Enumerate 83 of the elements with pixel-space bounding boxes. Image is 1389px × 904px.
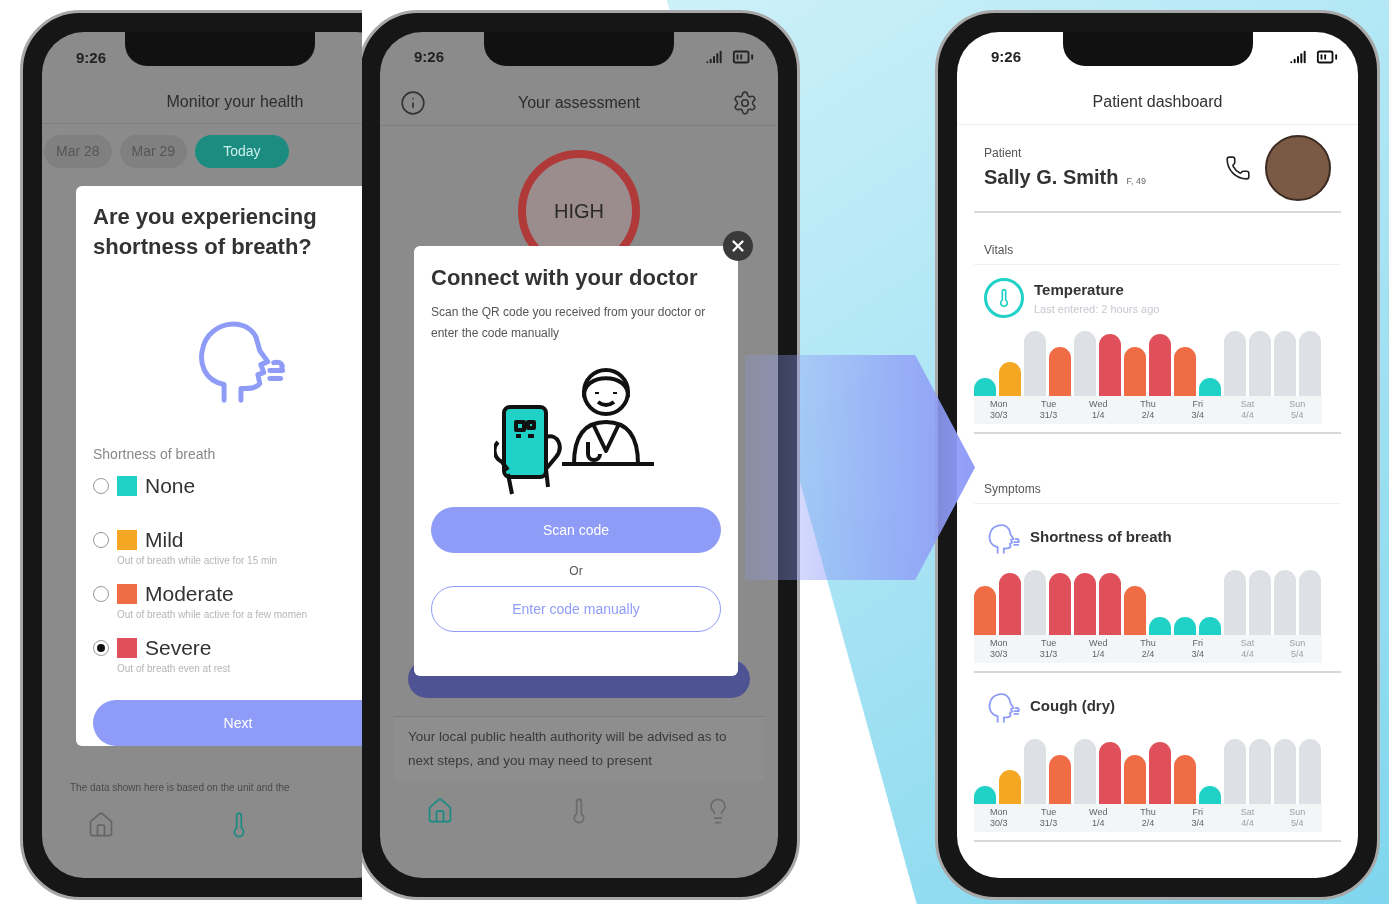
date-label: 4/4 xyxy=(1241,649,1254,660)
footnote: The data shown here is based on the unit and the xyxy=(69,781,291,795)
screen-title: Monitor your health xyxy=(166,91,304,112)
date-label: 5/4 xyxy=(1290,649,1304,660)
day-label: Wed xyxy=(1089,807,1108,818)
date-label: 3/4 xyxy=(1191,818,1204,829)
settings-icon[interactable] xyxy=(732,89,758,116)
date-label: 31/3 xyxy=(1039,649,1058,660)
screen-title: Your assessment xyxy=(517,92,641,113)
date-label: 1/4 xyxy=(1092,649,1105,660)
date-label: 30/3 xyxy=(990,410,1008,421)
scan-code-button[interactable]: Scan code xyxy=(431,507,721,553)
status-time: 9:26 xyxy=(991,47,1022,67)
option-label: Mild xyxy=(145,527,184,554)
next-button[interactable]: Next xyxy=(93,700,362,746)
dialog-text: Scan the QR code you received from your doctor or enter the code manually xyxy=(431,304,707,342)
section-heading: Vitals xyxy=(974,235,1341,265)
option-label: None xyxy=(145,473,196,500)
close-button[interactable] xyxy=(723,231,753,261)
date-label: 4/4 xyxy=(1241,818,1254,829)
option-description: Out of breath even at rest xyxy=(117,662,232,677)
day-label: Wed xyxy=(1089,399,1108,410)
metric-name: Temperature xyxy=(1034,279,1125,300)
day-label: Tue xyxy=(1040,399,1057,410)
date-label: 1/4 xyxy=(1092,818,1105,829)
day-label: Sat xyxy=(1240,807,1255,818)
dialog-title: Are you experiencing shortness of breath? xyxy=(93,203,318,261)
risk-level: HIGH xyxy=(554,199,604,224)
separator-label: Or xyxy=(569,563,583,580)
signal-icon xyxy=(706,49,722,65)
date-label: 3/4 xyxy=(1191,649,1204,660)
day-label: Thu xyxy=(1140,807,1156,818)
phone-icon[interactable] xyxy=(1225,155,1251,181)
section-heading: Symptoms xyxy=(974,474,1341,504)
status-time: 9:26 xyxy=(414,47,445,67)
day-label: Fri xyxy=(1192,807,1203,818)
signal-icon xyxy=(1290,49,1306,65)
day-label: Tue xyxy=(1040,807,1057,818)
dialog-title: Connect with your doctor xyxy=(431,264,699,292)
day-label: Wed xyxy=(1089,638,1108,649)
metric-subtitle: Last entered: 2 hours ago xyxy=(1034,302,1160,317)
date-label: 1/4 xyxy=(1092,410,1105,421)
day-label: Sun xyxy=(1289,638,1306,649)
day-label: Thu xyxy=(1140,399,1156,410)
scale-label: Shortness of breath xyxy=(93,445,217,465)
day-label: Sat xyxy=(1240,638,1255,649)
day-label: Thu xyxy=(1140,638,1156,649)
day-label: Mon xyxy=(990,399,1008,410)
close-icon xyxy=(729,237,747,255)
info-text: Your local public health authority will be advised as to next steps, and you may need to present xyxy=(408,728,728,770)
status-time: 9:26 xyxy=(76,49,107,66)
info-icon[interactable] xyxy=(400,89,426,116)
patient-name: Sally G. Smith xyxy=(984,165,1119,190)
day-label: Fri xyxy=(1192,638,1203,649)
thermometer-icon xyxy=(984,278,1024,318)
date-label: 5/4 xyxy=(1290,818,1304,829)
day-label: Fri xyxy=(1192,399,1203,410)
patient-label: Patient xyxy=(984,145,1023,162)
day-label: Mon xyxy=(990,638,1008,649)
screen-title: Patient dashboard xyxy=(1092,92,1223,112)
date-label: 31/3 xyxy=(1039,410,1058,421)
day-label: Mon xyxy=(990,807,1008,818)
day-label: Tue xyxy=(1040,638,1057,649)
day-label: Sat xyxy=(1240,399,1255,410)
option-description: Out of breath while active for 15 min xyxy=(117,554,279,569)
date-label: 31/3 xyxy=(1039,818,1058,829)
date-label: 30/3 xyxy=(990,649,1008,660)
date-label: 3/4 xyxy=(1191,410,1204,421)
day-label: Sun xyxy=(1289,399,1306,410)
date-label: 30/3 xyxy=(990,818,1008,829)
date-label: 2/4 xyxy=(1141,649,1155,660)
date-label: 2/4 xyxy=(1141,410,1155,421)
date-label: 2/4 xyxy=(1141,818,1155,829)
option-description: Out of breath while active for a few momen xyxy=(117,608,309,623)
day-label: Sun xyxy=(1289,807,1306,818)
option-label: Moderate xyxy=(145,581,234,608)
date-label: 5/4 xyxy=(1290,410,1304,421)
option-label: Severe xyxy=(145,635,212,662)
patient-details: F, 49 xyxy=(1126,175,1146,188)
metric-name: Shortness of breath xyxy=(1030,526,1172,547)
metric-name: Cough (dry) xyxy=(1030,695,1115,716)
date-tab[interactable]: Today xyxy=(195,135,289,168)
date-label: 4/4 xyxy=(1241,410,1254,421)
